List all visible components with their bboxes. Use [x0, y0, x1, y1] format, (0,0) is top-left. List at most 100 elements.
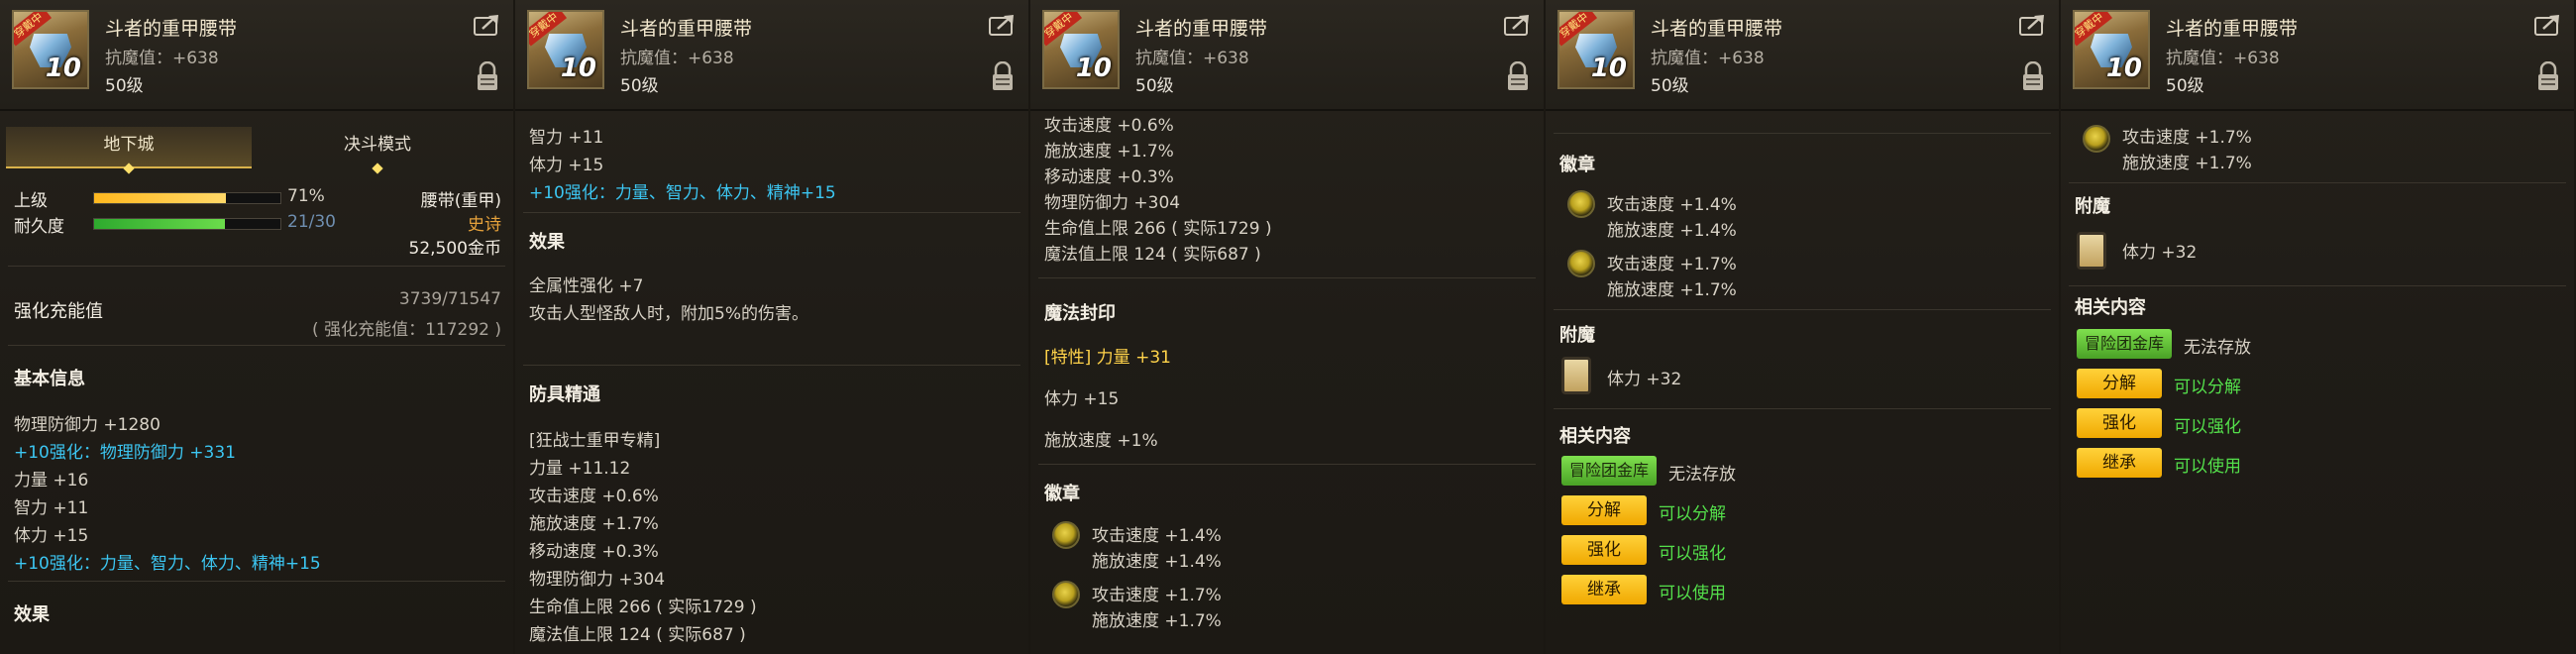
mastery-line: 生命值上限 266 ( 实际1729 ) [529, 598, 757, 617]
item-header: 穿戴中 10 斗者的重甲腰带 抗魔值：+638 50级 [2061, 0, 2574, 111]
stat-line: +10强化：物理防御力 +331 [14, 443, 236, 463]
durability-value: 21/30 [287, 212, 336, 232]
lock-icon[interactable] [2021, 61, 2045, 91]
seal-line: 体力 +15 [1044, 389, 1120, 409]
share-icon[interactable] [2534, 14, 2562, 36]
magic-resist: 抗魔值：+638 [1651, 49, 1765, 68]
enchant-value: 体力 +32 [1607, 370, 1682, 389]
mode-tabs: 地下城 决斗模式 [6, 127, 507, 174]
divider [523, 212, 1020, 213]
grade-label: 上级 [14, 191, 48, 211]
lock-icon[interactable] [1506, 61, 1530, 91]
enhance-button[interactable]: 强化 [1561, 535, 1647, 565]
stat-line: 体力 +15 [14, 526, 89, 546]
enchant-value: 体力 +32 [2122, 243, 2198, 263]
stat-line: +10强化：力量、智力、体力、精神+15 [14, 554, 321, 574]
enchant-title: 附魔 [2075, 196, 2110, 217]
durability-bar-fill [94, 219, 225, 229]
enhance-button[interactable]: 强化 [2077, 408, 2162, 438]
enhance-status: 可以强化 [1659, 544, 1726, 564]
enchant-card-icon [2077, 232, 2106, 270]
magic-resist: 抗魔值：+638 [105, 49, 219, 68]
enhance-level: 10 [45, 54, 81, 83]
lock-icon[interactable] [476, 61, 499, 91]
tab-indicator [123, 163, 135, 174]
required-level: 50级 [620, 76, 659, 96]
divider [1038, 464, 1536, 465]
belt-item-icon: 穿戴中 10 [1557, 10, 1635, 89]
panel-content: 攻击速度 +0.6% 施放速度 +1.7% 移动速度 +0.3% 物理防御力 +… [1030, 111, 1544, 654]
durability-label: 耐久度 [14, 217, 64, 237]
inherit-button[interactable]: 继承 [2077, 448, 2162, 478]
stat-line: 攻击速度 +0.6% [1044, 116, 1174, 136]
emblem-line: 攻击速度 +1.7% [2122, 128, 2252, 148]
item-name: 斗者的重甲腰带 [105, 18, 238, 40]
mastery-line: [狂战士重甲专精] [529, 431, 661, 451]
emblem-line: 攻击速度 +1.7% [1092, 586, 1222, 605]
mastery-line: 力量 +11.12 [529, 459, 631, 479]
belt-item-icon: 穿戴中 10 [1042, 10, 1120, 89]
magic-resist: 抗魔值：+638 [1135, 49, 1249, 68]
seal-line: [特性] 力量 +31 [1044, 348, 1171, 368]
divider [1554, 133, 2051, 134]
tab-dungeon[interactable]: 地下城 [6, 127, 252, 174]
required-level: 50级 [2166, 76, 2204, 96]
charge-title: 强化充能值 [14, 301, 103, 322]
stat-line: 施放速度 +1.7% [1044, 142, 1174, 162]
tab-pvp[interactable]: 决斗模式 [254, 127, 501, 174]
stat-line: 魔法值上限 124 ( 实际687 ) [1044, 245, 1261, 265]
divider [523, 365, 1020, 366]
magic-resist: 抗魔值：+638 [2166, 49, 2280, 68]
enhance-level: 10 [2105, 54, 2142, 83]
seal-line: 施放速度 +1% [1044, 431, 1158, 451]
share-icon[interactable] [474, 14, 501, 36]
durability-bar [93, 218, 281, 230]
vault-status: 无法存放 [2184, 338, 2251, 358]
disassemble-status: 可以分解 [2174, 378, 2241, 397]
mastery-line: 物理防御力 +304 [529, 570, 666, 590]
yellow-emblem-icon [2083, 125, 2110, 153]
enhance-status: 可以强化 [2174, 417, 2241, 437]
share-icon[interactable] [989, 14, 1017, 36]
emblem-line: 施放速度 +1.4% [1092, 552, 1222, 572]
share-icon[interactable] [1504, 14, 1532, 36]
effect-title: 效果 [529, 232, 565, 253]
item-name: 斗者的重甲腰带 [1135, 18, 1268, 40]
item-header: 穿戴中 10 斗者的重甲腰带 抗魔值：+638 50级 [515, 0, 1028, 111]
share-icon[interactable] [2019, 14, 2047, 36]
divider [1554, 408, 2051, 409]
item-name: 斗者的重甲腰带 [620, 18, 753, 40]
disassemble-button[interactable]: 分解 [1561, 495, 1647, 525]
tooltip-panel-2: 穿戴中 10 斗者的重甲腰带 抗魔值：+638 50级 智力 +11 体力 +1… [515, 0, 1028, 654]
item-name: 斗者的重甲腰带 [1651, 18, 1783, 40]
required-level: 50级 [105, 76, 144, 96]
enhance-level: 10 [560, 54, 596, 83]
stat-line: 体力 +15 [529, 156, 604, 175]
seal-title: 魔法封印 [1044, 303, 1116, 324]
tooltip-panel-1: 穿戴中 10 斗者的重甲腰带 抗魔值：+638 50级 地下城 决斗模式 上级 … [0, 0, 513, 654]
item-header: 穿戴中 10 斗者的重甲腰带 抗魔值：+638 50级 [1546, 0, 2059, 111]
divider [8, 581, 505, 582]
inherit-button[interactable]: 继承 [1561, 575, 1647, 604]
lock-icon[interactable] [2536, 61, 2560, 91]
slot-type: 腰带(重甲) [420, 191, 501, 211]
tab-indicator [372, 163, 383, 174]
mastery-title: 防具精通 [529, 384, 600, 405]
yellow-emblem-icon [1052, 521, 1080, 549]
effect-line: 全属性强化 +7 [529, 276, 644, 296]
yellow-emblem-icon [1567, 250, 1595, 277]
yellow-emblem-icon [1052, 581, 1080, 608]
stat-line: +10强化：力量、智力、体力、精神+15 [529, 183, 836, 203]
item-header: 穿戴中 10 斗者的重甲腰带 抗魔值：+638 50级 [0, 0, 513, 111]
panel-content: 攻击速度 +1.7% 施放速度 +1.7% 附魔 体力 +32 相关内容 冒险团… [2061, 111, 2574, 654]
charge-note: ( 强化充能值：117292 ) [312, 320, 501, 340]
charge-value: 3739/71547 [398, 289, 501, 309]
tab-dungeon-label: 地下城 [103, 135, 155, 155]
emblem-title: 徽章 [1044, 484, 1080, 504]
mastery-line: 魔法值上限 124 ( 实际687 ) [529, 625, 746, 645]
related-title: 相关内容 [2075, 297, 2146, 318]
enhance-level: 10 [1075, 54, 1112, 83]
enchant-title: 附魔 [1559, 325, 1595, 346]
disassemble-button[interactable]: 分解 [2077, 369, 2162, 398]
lock-icon[interactable] [991, 61, 1015, 91]
